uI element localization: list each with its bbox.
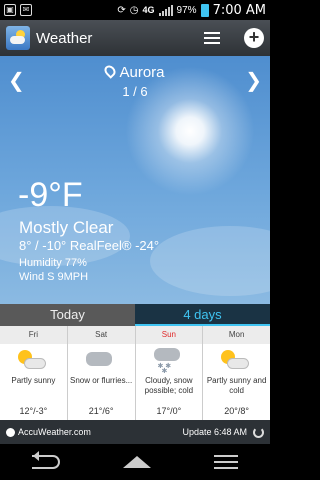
system-nav-bar (0, 444, 270, 480)
forecast-list: Fri Partly sunny 12°/-3° Sat Snow or flu… (0, 326, 270, 420)
day-condition: Partly sunny and cold (206, 376, 267, 395)
update-status: Update 6:48 AM (182, 426, 264, 438)
partly-sunny-icon (203, 344, 270, 374)
day-label: Sun (135, 326, 203, 344)
partly-sunny-icon (0, 344, 67, 374)
network-type: 4G (142, 5, 155, 15)
sync-icon: ⟳ (117, 4, 126, 16)
cloud-wisp (150, 226, 270, 296)
action-bar: Weather + (0, 20, 270, 56)
forecast-day[interactable]: Sat Snow or flurries... 21°/6° (67, 326, 136, 420)
hi-lo-realfeel: 8° / -10° RealFeel® -24° (19, 238, 160, 253)
day-temps: 12°/-3° (19, 406, 48, 416)
refresh-icon[interactable] (253, 426, 264, 438)
menu-icon[interactable] (214, 455, 239, 469)
page-indicator: 1 / 6 (122, 84, 148, 99)
tab-4-days[interactable]: 4 days (135, 304, 270, 326)
location-name: Aurora (0, 63, 270, 81)
current-temperature: -9°F (18, 176, 83, 214)
humidity: Humidity 77% (19, 257, 87, 269)
cloudy-icon (68, 344, 135, 374)
forecast-tabs: Today 4 days (0, 304, 270, 326)
wind: Wind S 9MPH (19, 271, 89, 283)
current-condition: Mostly Clear (19, 218, 114, 237)
home-icon[interactable] (122, 456, 151, 468)
forecast-day[interactable]: Fri Partly sunny 12°/-3° (0, 326, 68, 420)
battery-icon (200, 3, 209, 17)
forecast-day[interactable]: Sun ✱ ✱ ✱ Cloudy, snow possible; cold 17… (135, 326, 204, 420)
day-label: Fri (0, 326, 67, 344)
day-temps: 21°/6° (88, 406, 114, 416)
mail-icon: ✉ (20, 4, 32, 16)
accuweather-link[interactable]: AccuWeather.com (6, 427, 91, 437)
footer: AccuWeather.com Update 6:48 AM (0, 420, 270, 444)
status-bar: ▣ ✉ ⟳ ◷ 4G 97% 7:00 AM (0, 0, 270, 20)
city-label: Aurora (119, 64, 165, 81)
clock: 7:00 AM (212, 2, 266, 18)
signal-icon (158, 4, 173, 16)
weather-app-logo-icon[interactable] (6, 26, 30, 50)
day-temps: 17°/0° (156, 406, 182, 416)
back-icon[interactable] (31, 451, 60, 469)
day-condition: Cloudy, snow possible; cold (144, 376, 194, 395)
list-icon[interactable] (204, 27, 226, 49)
tab-today[interactable]: Today (0, 304, 135, 326)
location-pin-icon (102, 63, 119, 79)
add-icon[interactable]: + (244, 28, 264, 48)
day-label: Sat (67, 326, 135, 344)
day-condition: Snow or flurries... (70, 376, 133, 385)
accuweather-label: AccuWeather.com (18, 427, 91, 437)
photo-icon: ▣ (4, 4, 16, 16)
alarm-icon: ◷ (129, 4, 139, 16)
day-condition: Partly sunny (11, 376, 56, 385)
current-conditions-panel: ❮ ❯ Aurora 1 / 6 -9°F Mostly Clear 8° / … (0, 56, 270, 304)
app-title: Weather (36, 29, 93, 47)
snow-cloud-icon: ✱ ✱ ✱ (136, 344, 203, 375)
accuweather-sun-icon (6, 427, 15, 437)
update-time: Update 6:48 AM (182, 427, 247, 437)
battery-percent: 97% (176, 4, 197, 16)
day-label: Mon (203, 326, 270, 344)
day-temps: 20°/8° (224, 406, 249, 416)
forecast-day[interactable]: Mon Partly sunny and cold 20°/8° (203, 326, 270, 420)
